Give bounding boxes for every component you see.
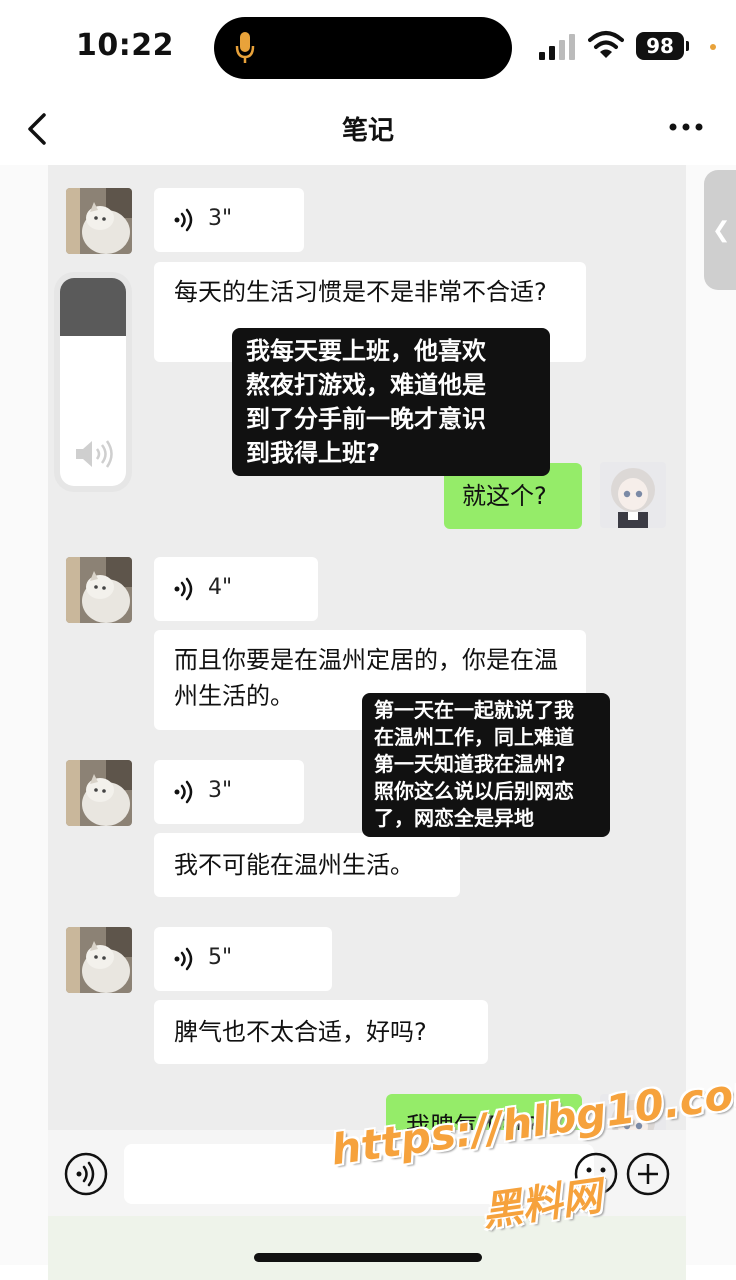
mic-icon	[235, 32, 255, 63]
battery-indicator: 98	[636, 32, 689, 60]
home-indicator[interactable]	[254, 1253, 482, 1262]
voice-input-button[interactable]	[64, 1152, 108, 1196]
voice-duration: 4"	[208, 575, 233, 600]
signal-icon	[539, 34, 575, 60]
status-time: 10:22	[76, 28, 174, 63]
voice-duration: 3"	[208, 778, 233, 803]
voice-icon	[172, 946, 198, 972]
voice-duration: 3"	[208, 206, 233, 231]
plus-icon[interactable]	[626, 1152, 670, 1196]
user-avatar[interactable]	[600, 462, 666, 528]
message-bubble[interactable]: 脾气也不太合适，好吗?	[154, 1000, 488, 1064]
annotation-overlay: 我每天要上班，他喜欢 熬夜打游戏，难道他是 到了分手前一晚才意识 到我得上班?	[232, 328, 550, 476]
dynamic-island	[214, 17, 512, 79]
contact-avatar[interactable]	[66, 188, 132, 254]
speaker-icon	[76, 440, 113, 468]
page-title: 笔记	[341, 116, 394, 146]
voice-icon	[172, 576, 198, 602]
voice-icon	[172, 779, 198, 805]
bottom-panel	[48, 1216, 686, 1280]
contact-avatar[interactable]	[66, 557, 132, 623]
privacy-dot	[710, 44, 716, 50]
voice-duration: 5"	[208, 945, 233, 970]
chevron-left-icon: ❮	[712, 218, 731, 243]
voice-icon	[172, 207, 198, 233]
contact-avatar[interactable]	[66, 760, 132, 826]
annotation-overlay: 第一天在一起就说了我 在温州工作，同上难道 第一天知道我在温州? 照你这么说以后…	[362, 693, 610, 837]
message-bubble[interactable]: 我不可能在温州生活。	[154, 833, 460, 897]
more-icon[interactable]	[668, 122, 704, 132]
left-margin	[0, 165, 48, 1265]
contact-avatar[interactable]	[66, 927, 132, 993]
wifi-icon	[588, 31, 624, 58]
